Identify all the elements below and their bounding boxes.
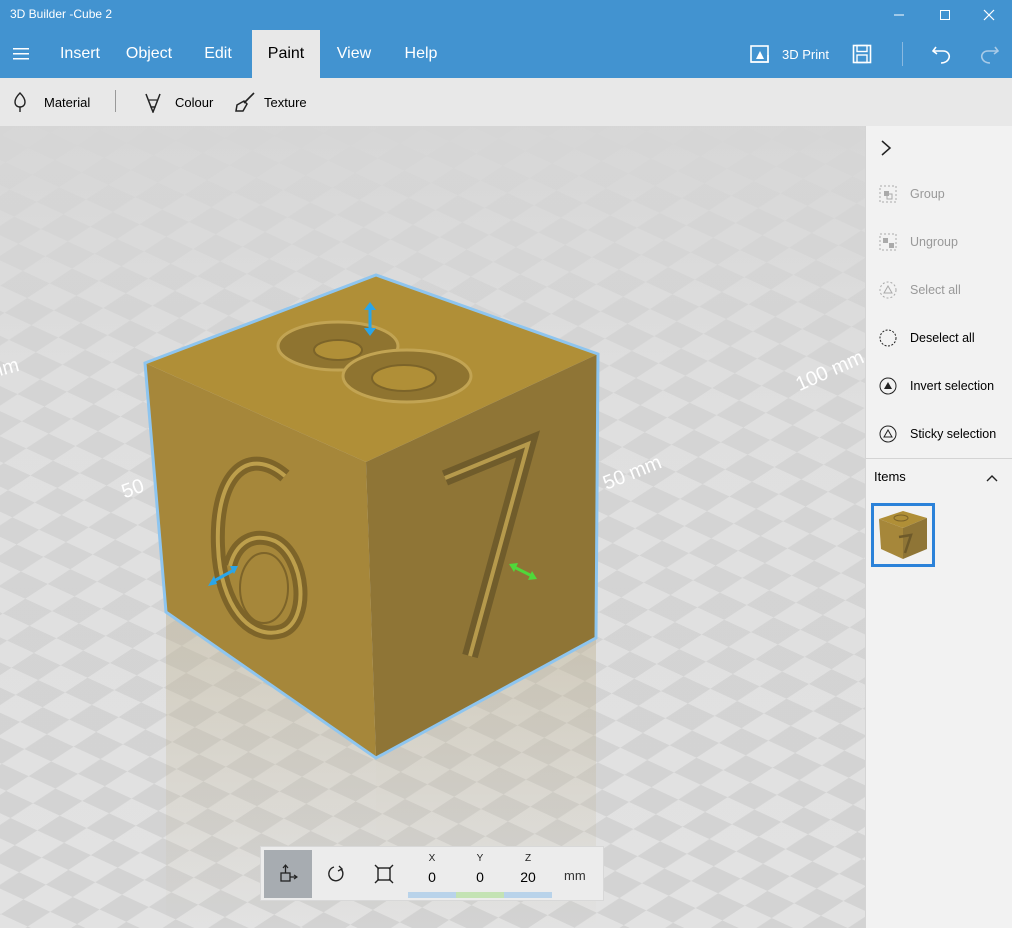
sticky-selection-label: Sticky selection: [910, 427, 997, 441]
chevron-up-icon: [986, 475, 998, 482]
x-axis-color-bar: [408, 892, 456, 898]
colour-button[interactable]: Colour: [143, 78, 213, 126]
ungroup-icon: [879, 233, 897, 251]
hamburger-icon: [13, 48, 29, 60]
sticky-selection-button[interactable]: Sticky selection: [866, 410, 1012, 458]
deselect-all-icon: [879, 329, 897, 347]
ungroup-button[interactable]: Ungroup: [866, 218, 1012, 266]
transform-toolbar: X 0 Y 0 Z 20 mm: [260, 846, 604, 901]
texture-button[interactable]: Texture: [234, 78, 307, 126]
maximize-button[interactable]: [922, 0, 968, 30]
close-icon: [983, 9, 995, 21]
save-button[interactable]: [851, 30, 873, 78]
minimize-icon: [894, 14, 904, 16]
items-title: Items: [874, 469, 906, 484]
colour-brush-icon: [145, 93, 161, 113]
scene-canvas[interactable]: [0, 126, 865, 928]
select-all-icon: [879, 281, 897, 299]
menu-insert[interactable]: Insert: [50, 30, 110, 78]
ungroup-label: Ungroup: [910, 235, 958, 249]
z-axis-color-bar: [504, 892, 552, 898]
invert-selection-button[interactable]: Invert selection: [866, 362, 1012, 410]
cube-thumbnail-image: [879, 511, 927, 559]
z-coordinate-field[interactable]: Z 20: [504, 847, 552, 900]
menu-bar: Insert Object Edit Paint View Help 3D Pr…: [0, 30, 1012, 78]
undo-button[interactable]: [929, 30, 953, 78]
y-coordinate-field[interactable]: Y 0: [456, 847, 504, 900]
x-coordinate-field[interactable]: X 0: [408, 847, 456, 900]
invert-selection-icon: [879, 377, 897, 395]
3d-print-button[interactable]: 3D Print: [748, 30, 829, 78]
item-thumbnail-cube[interactable]: [871, 503, 935, 567]
paint-toolbar: Material Colour Texture: [0, 78, 1012, 126]
move-icon: [280, 864, 298, 882]
colour-label: Colour: [175, 94, 214, 110]
maximize-icon: [940, 10, 950, 20]
select-all-label: Select all: [910, 283, 961, 297]
texture-label: Texture: [264, 94, 307, 110]
window-title: 3D Builder -Cube 2: [10, 7, 113, 21]
toolbar-divider: [115, 90, 116, 112]
menu-divider: [902, 42, 903, 66]
3d-print-label: 3D Print: [782, 46, 829, 62]
invert-selection-label: Invert selection: [910, 379, 995, 393]
scale-icon: [374, 864, 394, 884]
redo-button[interactable]: [978, 30, 1002, 78]
items-section-header[interactable]: Items: [866, 458, 1012, 494]
scale-tool-button[interactable]: [360, 850, 408, 898]
x-coordinate-label: X: [428, 853, 436, 864]
group-icon: [879, 185, 897, 203]
menu-view[interactable]: View: [328, 30, 380, 78]
3d-print-icon: [750, 45, 769, 63]
material-icon: [14, 92, 26, 112]
save-icon: [852, 44, 872, 64]
redo-icon: [980, 46, 1000, 64]
3d-viewport[interactable]: mm 50 50 mm 100 mm: [0, 126, 865, 928]
z-coordinate-value: 20: [520, 869, 536, 885]
hamburger-menu-button[interactable]: [0, 30, 42, 78]
z-coordinate-label: Z: [524, 853, 532, 864]
app-window: 3D Builder -Cube 2 Insert Object Edit Pa…: [0, 0, 1012, 928]
deselect-all-label: Deselect all: [910, 331, 975, 345]
title-bar: 3D Builder -Cube 2: [0, 0, 1012, 30]
menu-object[interactable]: Object: [118, 30, 180, 78]
select-all-button[interactable]: Select all: [866, 266, 1012, 314]
sticky-selection-icon: [879, 425, 897, 443]
menu-paint[interactable]: Paint: [252, 30, 320, 78]
move-tool-button[interactable]: [264, 850, 312, 898]
rotate-icon: [328, 865, 344, 882]
selection-side-panel: Group Ungroup Select all Deselect all In…: [865, 126, 1012, 928]
undo-icon: [931, 46, 951, 64]
texture-brush-icon: [235, 92, 255, 112]
rotate-tool-button[interactable]: [312, 850, 360, 898]
collapse-panel-button[interactable]: [880, 136, 900, 160]
y-axis-color-bar: [456, 892, 504, 898]
chevron-right-icon: [881, 140, 892, 156]
minimize-button[interactable]: [876, 0, 922, 30]
close-button[interactable]: [966, 0, 1012, 30]
menu-edit[interactable]: Edit: [194, 30, 242, 78]
y-coordinate-value: 0: [476, 869, 484, 885]
menu-help[interactable]: Help: [396, 30, 446, 78]
deselect-all-button[interactable]: Deselect all: [866, 314, 1012, 362]
y-coordinate-label: Y: [476, 853, 484, 864]
group-label: Group: [910, 187, 945, 201]
x-coordinate-value: 0: [428, 869, 436, 885]
material-label: Material: [44, 94, 91, 110]
unit-label: mm: [564, 868, 586, 883]
group-button[interactable]: Group: [866, 170, 1012, 218]
material-button[interactable]: Material: [12, 78, 90, 126]
